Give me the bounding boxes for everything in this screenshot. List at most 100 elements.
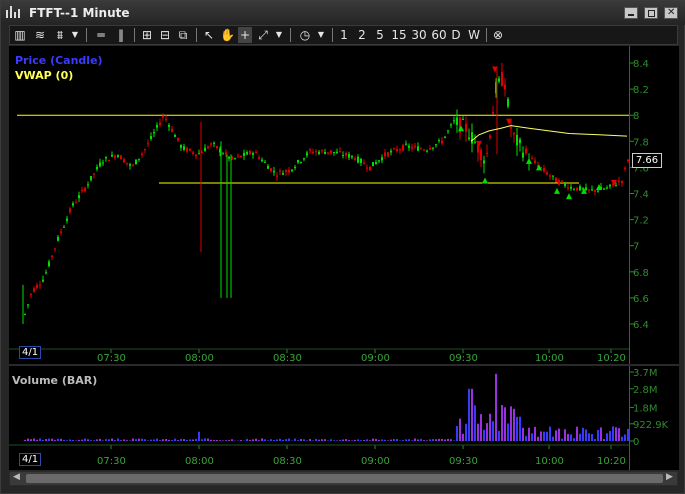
price-nav-box[interactable]: 4/1	[19, 346, 42, 359]
candle-body	[240, 155, 242, 158]
volume-bar	[192, 439, 194, 441]
volume-bar	[531, 433, 533, 441]
candle-body	[492, 112, 494, 115]
candle-body	[87, 184, 89, 186]
hline-icon[interactable]: ═	[94, 27, 108, 43]
compare-icon[interactable]: ⧉	[176, 27, 190, 43]
candle-body	[33, 288, 35, 292]
volume-bar	[432, 439, 434, 441]
candle-body	[390, 150, 392, 153]
candle-body	[507, 98, 509, 107]
candle-body	[75, 202, 77, 204]
volume-bar	[138, 438, 140, 441]
volume-bar	[201, 439, 203, 441]
crosshair-icon[interactable]: +	[238, 27, 252, 43]
candle-body	[246, 152, 248, 155]
split-pane-icon[interactable]: ⊟	[158, 27, 172, 43]
candle-body	[588, 189, 590, 191]
interval-2[interactable]: 2	[354, 27, 370, 43]
volume-bar	[459, 418, 461, 441]
scroll-thumb[interactable]	[26, 474, 663, 483]
volume-bar	[513, 408, 515, 441]
volume-bar	[426, 440, 428, 441]
candle-body	[225, 152, 227, 155]
cancel-icon[interactable]: ⊗	[490, 27, 506, 43]
horizontal-scrollbar[interactable]: ◀ ▶	[9, 471, 678, 486]
pointer-icon[interactable]: ↖	[202, 27, 216, 43]
volume-bar	[465, 423, 467, 441]
candle-body	[327, 152, 329, 154]
candle-body	[489, 135, 491, 139]
candle-body	[471, 132, 473, 144]
signal-arrow	[476, 140, 482, 147]
time-label: 09:00	[361, 353, 390, 364]
candle-body	[183, 146, 185, 150]
add-pane-icon[interactable]: ⊞	[140, 27, 154, 43]
candle-body	[162, 116, 164, 118]
vline-icon[interactable]: ‖	[114, 27, 128, 43]
volume-bar	[69, 439, 71, 441]
volume-bar	[612, 426, 614, 441]
candle-body	[198, 153, 200, 155]
hand-icon[interactable]: ✋	[220, 27, 235, 43]
candle-body	[111, 154, 113, 157]
interval-dropdown-icon[interactable]: ▼	[316, 27, 326, 43]
volume-bar	[123, 439, 125, 441]
volume-bar	[342, 439, 344, 441]
candle-body	[456, 117, 458, 125]
scroll-left-icon[interactable]: ◀	[13, 472, 20, 482]
candle-body	[303, 158, 305, 160]
clock-icon[interactable]: ◷	[298, 27, 312, 43]
volume-bar	[111, 438, 113, 441]
volume-bar	[384, 439, 386, 441]
candle-body	[615, 185, 617, 187]
maximize-button[interactable]	[644, 7, 658, 19]
volume-bar	[558, 428, 560, 441]
volume-pane[interactable]: 07:30 08:00 08:30 09:00 09:30 10:00 10:20 Volu…	[9, 366, 629, 470]
scroll-right-icon[interactable]: ▶	[666, 472, 673, 482]
candle-body	[387, 152, 389, 157]
candle-body	[336, 151, 338, 154]
volume-bar	[108, 439, 110, 441]
style-dropdown-icon[interactable]: ▼	[70, 27, 80, 43]
time-label: 07:30	[97, 353, 126, 364]
volume-bar	[549, 426, 551, 441]
interval-30[interactable]: 30	[410, 27, 428, 43]
candle-body	[30, 294, 32, 296]
volume-bar	[36, 439, 38, 441]
interval-5[interactable]: 5	[372, 27, 388, 43]
indicator-icon[interactable]: ⩩	[52, 27, 68, 43]
price-pane[interactable]: 07:30 08:00 08:30 09:00 09:30 10:00 10:20 Pric…	[9, 46, 629, 364]
candle-body	[621, 180, 623, 183]
interval-15[interactable]: 15	[390, 27, 408, 43]
candle-body	[438, 140, 440, 142]
volume-bar	[411, 440, 413, 441]
candle-body	[210, 143, 212, 145]
minimize-button[interactable]	[624, 7, 638, 19]
tool-dropdown-icon[interactable]: ▼	[274, 27, 284, 43]
interval-60[interactable]: 60	[430, 27, 448, 43]
volume-bar	[552, 436, 554, 441]
candle-body	[546, 172, 548, 175]
line-style-icon[interactable]: ≋	[32, 27, 48, 43]
interval-1[interactable]: 1	[336, 27, 352, 43]
candle-body	[558, 180, 560, 185]
close-button[interactable]: ✕	[664, 7, 678, 19]
interval-day[interactable]: D	[449, 27, 463, 43]
trendline-icon[interactable]: ⤢	[256, 27, 270, 43]
volume-bar	[285, 439, 287, 441]
interval-week[interactable]: W	[466, 27, 482, 43]
candle-body	[357, 156, 359, 163]
volume-nav-box[interactable]: 4/1	[19, 453, 42, 466]
volume-bar	[27, 438, 29, 441]
candle-body	[486, 152, 488, 154]
price-legend: Price (Candle)	[15, 54, 103, 67]
bar-chart-icon[interactable]: ▥	[12, 27, 28, 43]
candle-body	[516, 135, 518, 146]
volume-bar	[225, 440, 227, 441]
candle-body	[294, 166, 296, 169]
volume-bar	[447, 438, 449, 441]
volume-bar	[210, 439, 212, 441]
volume-bar	[228, 440, 230, 441]
volume-bar	[555, 430, 557, 441]
